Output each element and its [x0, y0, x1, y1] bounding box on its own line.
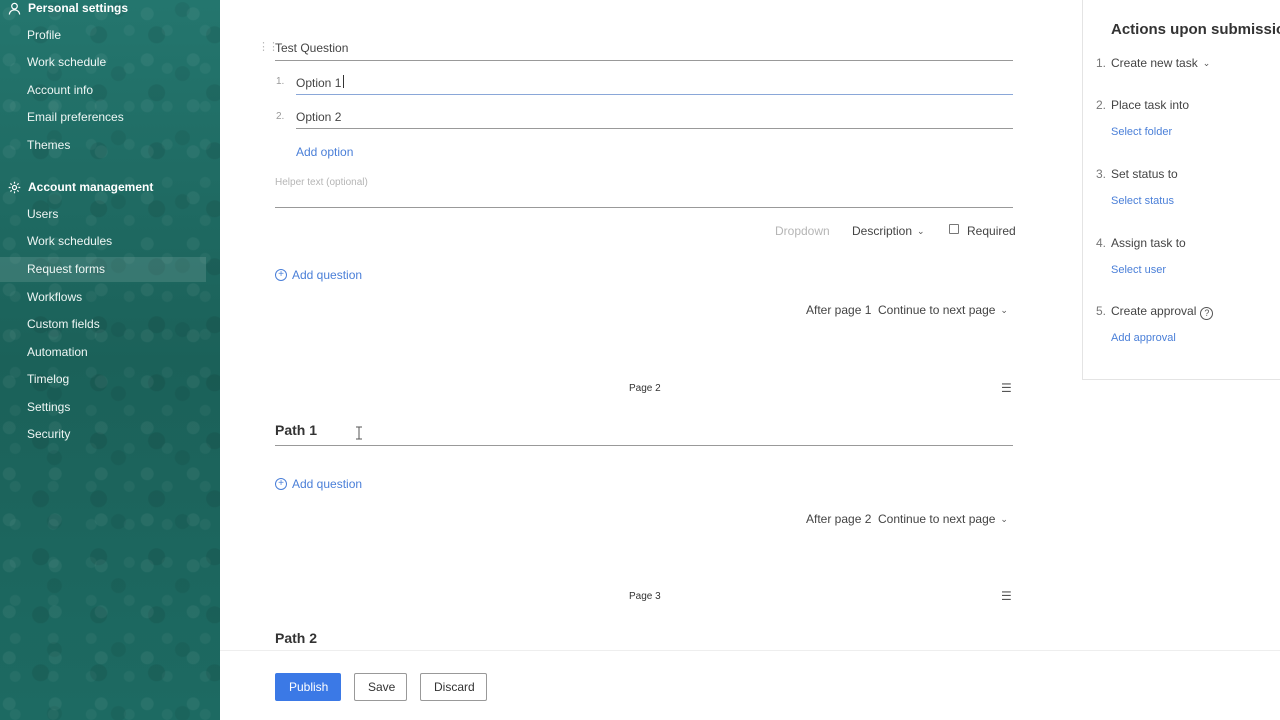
chevron-down-icon: ⌄: [917, 226, 925, 236]
add-option-link[interactable]: Add option: [296, 145, 353, 159]
option-number: 2.: [276, 111, 285, 122]
add-question-label: Add question: [292, 477, 363, 491]
required-label: Required: [967, 224, 1016, 238]
step-label: Assign task to: [1111, 236, 1186, 250]
text-caret: [343, 75, 344, 88]
select-user-link[interactable]: Select user: [1111, 264, 1166, 276]
option-2-input[interactable]: Option 2: [296, 110, 341, 124]
step-number: 3.: [1096, 167, 1107, 181]
add-question-label: Add question: [292, 268, 363, 282]
account-management-header[interactable]: Account management: [8, 180, 153, 194]
helper-text-underline: [275, 207, 1013, 208]
page-2-label: Page 2: [629, 383, 661, 394]
required-checkbox[interactable]: [949, 224, 959, 234]
page-2-title[interactable]: Path 1: [275, 422, 317, 438]
option-2-underline: [296, 128, 1013, 129]
create-approval-step: 5. Create approval?: [1096, 304, 1214, 320]
user-icon: [8, 2, 21, 15]
chevron-down-icon: ⌄: [1000, 305, 1008, 315]
sidebar-item-profile[interactable]: Profile: [0, 23, 206, 48]
sidebar-item-settings[interactable]: Settings: [0, 395, 206, 420]
page-2-navigation-dropdown[interactable]: Continue to next page ⌄: [878, 512, 1008, 526]
page-2-title-underline: [275, 445, 1013, 446]
set-status-step: 3. Set status to: [1096, 167, 1178, 181]
page-3-menu-icon[interactable]: ☰: [1001, 589, 1012, 603]
after-page-2-label: After page 2: [806, 512, 872, 526]
discard-button[interactable]: Discard: [420, 673, 487, 701]
sidebar-item-automation[interactable]: Automation: [0, 340, 206, 365]
sidebar-item-work-schedule[interactable]: Work schedule: [0, 50, 206, 75]
option-1-underline: [296, 94, 1013, 95]
page-1-navigation-value: Continue to next page: [878, 303, 996, 317]
save-button[interactable]: Save: [354, 673, 407, 701]
after-page-1-label: After page 1: [806, 303, 872, 317]
question-type-dropdown[interactable]: Dropdown: [775, 224, 830, 238]
text-cursor-icon: [356, 426, 362, 440]
step-number: 1.: [1096, 56, 1107, 70]
plus-circle-icon: +: [275, 478, 287, 490]
sidebar-item-account-info[interactable]: Account info: [0, 78, 206, 103]
gear-icon: [8, 181, 21, 193]
description-dropdown[interactable]: Description ⌄: [852, 224, 925, 238]
account-management-title: Account management: [28, 180, 154, 194]
actions-panel-title: Actions upon submission: [1111, 21, 1280, 38]
create-task-dropdown[interactable]: 1. Create new task ⌄: [1096, 56, 1210, 70]
step-label: Place task into: [1111, 98, 1190, 112]
personal-settings-title: Personal settings: [28, 1, 129, 15]
select-folder-link[interactable]: Select folder: [1111, 126, 1172, 138]
help-icon[interactable]: ?: [1200, 306, 1214, 320]
publish-button[interactable]: Publish: [275, 673, 341, 701]
page-2-menu-icon[interactable]: ☰: [1001, 381, 1012, 395]
option-1-input[interactable]: Option 1: [296, 76, 341, 90]
step-label: Create new task: [1111, 56, 1198, 70]
step-number: 4.: [1096, 236, 1107, 250]
step-number: 2.: [1096, 98, 1107, 112]
helper-text-input[interactable]: Helper text (optional): [275, 177, 368, 188]
plus-circle-icon: +: [275, 269, 287, 281]
sidebar-item-request-forms[interactable]: Request forms: [0, 257, 206, 282]
form-action-bar: Publish Save Discard: [220, 650, 1280, 720]
sidebar-item-users[interactable]: Users: [0, 202, 206, 227]
add-question-button[interactable]: + Add question: [275, 268, 362, 282]
select-status-link[interactable]: Select status: [1111, 195, 1174, 207]
page-2-navigation-value: Continue to next page: [878, 512, 996, 526]
settings-sidebar: Personal settings Profile Work schedule …: [0, 0, 220, 720]
sidebar-item-security[interactable]: Security: [0, 422, 206, 447]
step-label: Set status to: [1111, 167, 1178, 181]
actions-panel: Actions upon submission 1. Create new tas…: [1082, 0, 1280, 380]
step-number: 5.: [1096, 304, 1107, 318]
chevron-down-icon: ⌄: [1202, 58, 1211, 68]
page-3-title[interactable]: Path 2: [275, 630, 317, 646]
sidebar-item-timelog[interactable]: Timelog: [0, 367, 206, 392]
sidebar-item-custom-fields[interactable]: Custom fields: [0, 312, 206, 337]
personal-settings-header: Personal settings: [8, 1, 128, 15]
page-1-navigation-dropdown[interactable]: Continue to next page ⌄: [878, 303, 1008, 317]
description-label: Description: [852, 224, 913, 238]
page-3-label: Page 3: [629, 591, 661, 602]
add-approval-link[interactable]: Add approval: [1111, 332, 1176, 344]
option-number: 1.: [276, 76, 285, 87]
step-label: Create approval: [1111, 304, 1197, 318]
question-title[interactable]: Test Question: [275, 41, 348, 55]
question-title-underline: [275, 60, 1013, 61]
sidebar-item-work-schedules[interactable]: Work schedules: [0, 229, 206, 254]
sidebar-item-email-preferences[interactable]: Email preferences: [0, 105, 206, 130]
assign-task-step: 4. Assign task to: [1096, 236, 1186, 250]
place-task-step: 2. Place task into: [1096, 98, 1189, 112]
sidebar-item-themes[interactable]: Themes: [0, 133, 206, 158]
add-question-button[interactable]: + Add question: [275, 477, 362, 491]
chevron-down-icon: ⌄: [1000, 514, 1008, 524]
sidebar-item-workflows[interactable]: Workflows: [0, 285, 206, 310]
